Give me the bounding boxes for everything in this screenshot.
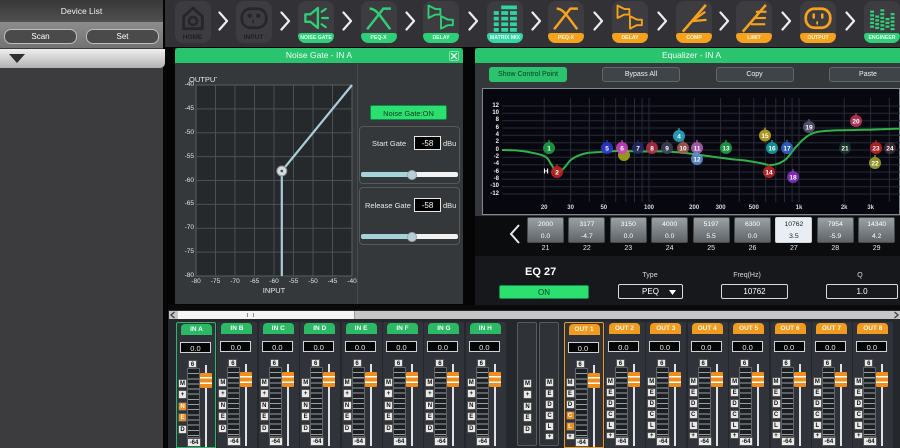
svg-text:8: 8 (650, 146, 654, 153)
svg-text:9: 9 (665, 146, 669, 153)
svg-text:14: 14 (765, 170, 773, 177)
svg-text:21: 21 (841, 146, 849, 153)
svg-text:12: 12 (693, 157, 701, 164)
svg-text:20: 20 (852, 119, 860, 126)
svg-text:17: 17 (783, 146, 791, 153)
svg-text:4: 4 (677, 134, 681, 141)
svg-text:13: 13 (722, 146, 730, 153)
svg-text:15: 15 (761, 133, 769, 140)
svg-text:2: 2 (555, 170, 559, 177)
svg-text:6: 6 (620, 146, 624, 153)
svg-text:24: 24 (886, 146, 894, 153)
svg-text:7: 7 (636, 146, 640, 153)
svg-text:22: 22 (871, 161, 879, 168)
svg-text:5: 5 (605, 146, 609, 153)
svg-text:19: 19 (805, 125, 813, 132)
svg-text:10: 10 (679, 146, 687, 153)
svg-text:16: 16 (768, 146, 776, 153)
svg-text:23: 23 (872, 146, 880, 153)
svg-text:H: H (543, 169, 548, 176)
svg-text:1: 1 (547, 146, 551, 153)
svg-text:18: 18 (789, 175, 797, 182)
